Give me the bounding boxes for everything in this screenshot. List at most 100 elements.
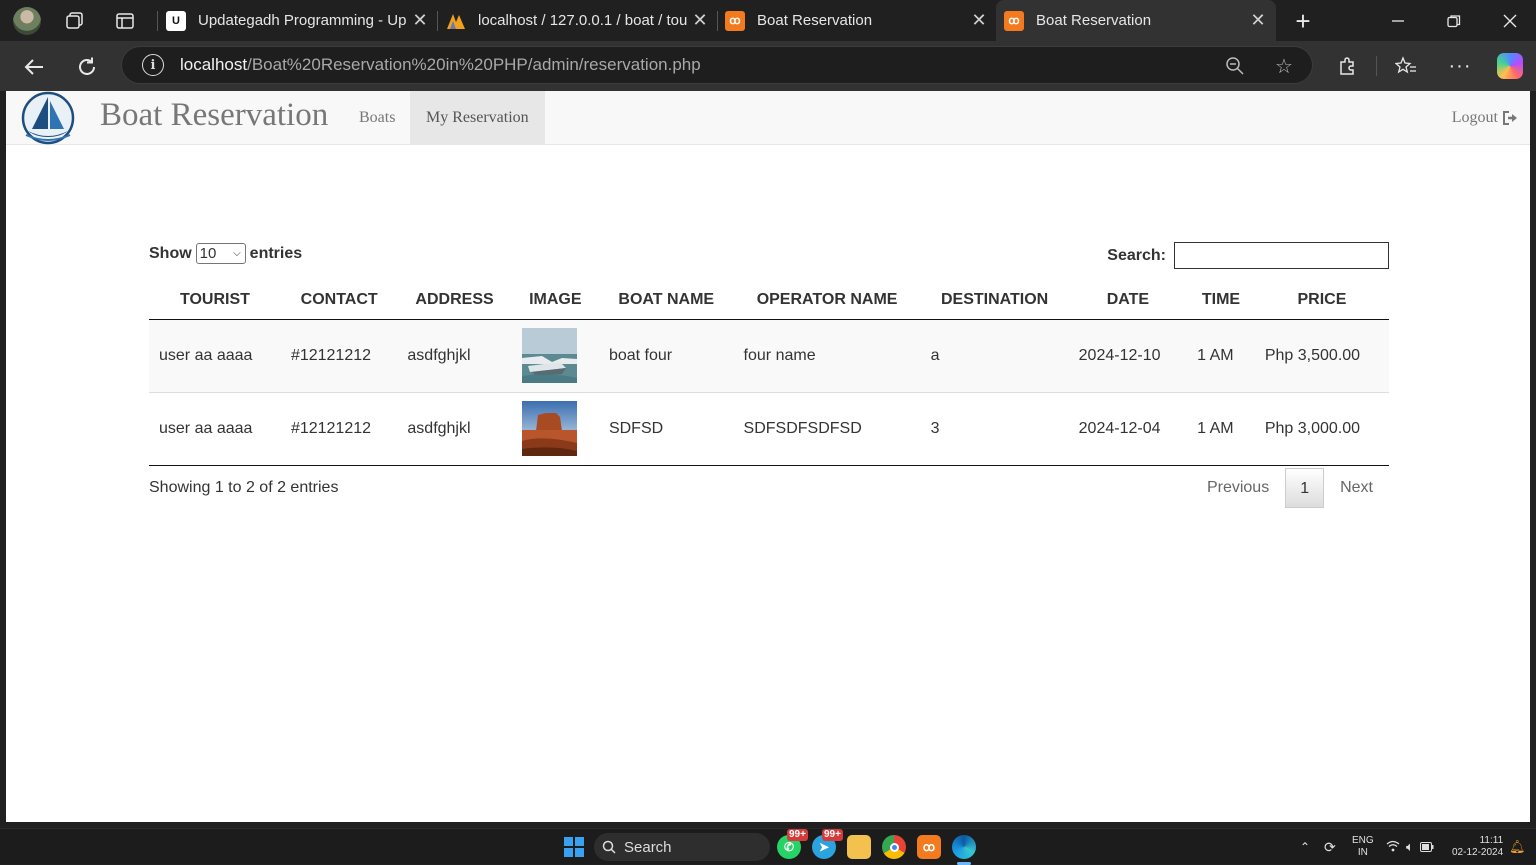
workspaces-icon[interactable]: [60, 6, 90, 36]
whatsapp-icon[interactable]: ✆ 99+: [777, 829, 808, 859]
search-icon: [602, 840, 616, 854]
pagination-previous[interactable]: Previous: [1191, 468, 1285, 508]
chevron-down-icon: ⌵: [233, 248, 241, 259]
sync-icon[interactable]: ⟳: [1324, 829, 1336, 865]
notification-bell-icon[interactable]: 🔔︎: [1509, 829, 1526, 865]
site-navbar: Boat Reservation Boats My Reservation Lo…: [6, 91, 1530, 145]
column-header-operator-name[interactable]: OPERATOR NAME: [733, 281, 921, 320]
zoom-out-icon[interactable]: [1222, 53, 1248, 79]
brand-title[interactable]: Boat Reservation: [100, 97, 328, 134]
column-header-image[interactable]: IMAGE: [511, 281, 599, 320]
tab-title: localhost / 127.0.0.1 / boat / tou: [478, 12, 688, 29]
favorite-star-icon[interactable]: ☆: [1271, 53, 1297, 79]
cell-date: 2024-12-04: [1068, 391, 1188, 466]
logout-label: Logout: [1451, 109, 1498, 126]
cell-boat-name: SDFSD: [598, 391, 734, 466]
site-info-icon[interactable]: i: [142, 54, 164, 76]
tab-boat-reservation-active[interactable]: ꝏ Boat Reservation ✕: [996, 0, 1276, 41]
column-header-address[interactable]: ADDRESS: [397, 281, 512, 320]
cell-tourist: user aa aaaa: [149, 391, 281, 466]
system-tray[interactable]: 🔈︎: [1386, 829, 1434, 865]
tab-close-icon[interactable]: ✕: [967, 10, 991, 31]
cell-tourist: user aa aaaa: [149, 319, 281, 392]
whatsapp-badge: 99+: [787, 829, 808, 841]
language-indicator[interactable]: ENG IN: [1352, 829, 1374, 865]
table-header-row: TOURIST CONTACT ADDRESS IMAGE BOAT NAME …: [149, 281, 1389, 320]
boat-logo-icon[interactable]: [20, 91, 76, 145]
boat-thumbnail-image: [521, 328, 577, 383]
column-header-tourist[interactable]: TOURIST: [149, 281, 281, 320]
table-info: Showing 1 to 2 of 2 entries: [149, 479, 339, 496]
tab-phpmyadmin[interactable]: localhost / 127.0.0.1 / boat / tou ✕: [446, 0, 712, 41]
column-header-destination[interactable]: DESTINATION: [920, 281, 1069, 320]
show-label: Show: [149, 244, 192, 262]
back-icon[interactable]: [18, 51, 50, 83]
pagination: Previous 1 Next: [1191, 468, 1389, 508]
cell-contact: #12121212: [280, 391, 398, 466]
tab-close-icon[interactable]: ✕: [1246, 10, 1270, 31]
nav-link-boats[interactable]: Boats: [343, 91, 411, 145]
chrome-icon[interactable]: [882, 835, 906, 859]
table-row: user aa aaaa #12121212 asdfghjkl boat fo…: [149, 319, 1389, 392]
page-viewport: Boat Reservation Boats My Reservation Lo…: [6, 91, 1530, 822]
xampp-favicon-icon: ꝏ: [1004, 10, 1024, 31]
cell-time: 1 AM: [1187, 319, 1255, 392]
taskbar-search-label: Search: [624, 838, 672, 856]
url-text: localhost/Boat%20Reservation%20in%20PHP/…: [180, 55, 701, 74]
entries-label: entries: [249, 244, 303, 262]
cell-price: Php 3,000.00: [1254, 391, 1389, 466]
column-header-time[interactable]: TIME: [1187, 281, 1255, 320]
taskbar-search[interactable]: Search: [594, 833, 770, 861]
file-explorer-icon[interactable]: [847, 835, 871, 859]
browser-tab-bar: U Updategadh Programming - Up ✕ localhos…: [0, 0, 1536, 41]
more-menu-icon[interactable]: ···: [1444, 50, 1476, 82]
profile-avatar[interactable]: [12, 6, 42, 36]
favorites-icon[interactable]: [1390, 50, 1422, 82]
pagination-page-1[interactable]: 1: [1285, 468, 1325, 508]
tab-boat-reservation-1[interactable]: ꝏ Boat Reservation ✕: [725, 0, 991, 41]
search-control: Search:: [1107, 242, 1389, 269]
show-hidden-icons[interactable]: ⌃: [1300, 829, 1310, 865]
refresh-icon[interactable]: [71, 51, 103, 83]
copilot-icon[interactable]: [1494, 50, 1526, 82]
cell-address: asdfghjkl: [397, 391, 512, 466]
start-icon[interactable]: [564, 837, 584, 857]
cell-contact: #12121212: [280, 319, 398, 392]
xampp-icon[interactable]: ꝏ: [917, 835, 941, 859]
column-header-contact[interactable]: CONTACT: [280, 281, 398, 320]
column-header-date[interactable]: DATE: [1068, 281, 1188, 320]
close-window-icon[interactable]: [1482, 0, 1536, 41]
vertical-tabs-icon[interactable]: [110, 6, 140, 36]
windows-taskbar: Search ✆ 99+ ➤ 99+ ꝏ ⌃ ⟳ ENG IN 🔈︎ 11:11 02-…: [0, 828, 1536, 865]
new-tab-icon[interactable]: +: [1288, 6, 1318, 36]
cell-boat-name: boat four: [598, 319, 734, 392]
address-bar-row: i localhost/Boat%20Reservation%20in%20PH…: [0, 41, 1536, 91]
column-header-boat-name[interactable]: BOAT NAME: [598, 281, 734, 320]
extensions-icon[interactable]: [1331, 50, 1363, 82]
tab-updategadh[interactable]: U Updategadh Programming - Up ✕: [166, 0, 432, 41]
datatable-controls: Show 10 ⌵ entries Search:: [149, 241, 1389, 271]
logout-icon: [1503, 111, 1517, 125]
reservations-table: TOURIST CONTACT ADDRESS IMAGE BOAT NAME …: [149, 281, 1389, 466]
edge-icon[interactable]: [952, 835, 976, 859]
clock[interactable]: 11:11 02-12-2024: [1452, 829, 1503, 865]
tab-title: Boat Reservation: [757, 12, 873, 29]
tab-close-icon[interactable]: ✕: [688, 10, 712, 31]
url-field[interactable]: i localhost/Boat%20Reservation%20in%20PH…: [121, 46, 1313, 84]
nav-link-my-reservation[interactable]: My Reservation: [410, 91, 545, 145]
page-length-select[interactable]: 10 ⌵: [195, 243, 246, 264]
pagination-next[interactable]: Next: [1324, 468, 1389, 508]
cell-destination: a: [920, 319, 1069, 392]
tab-title: Updategadh Programming - Up: [198, 12, 407, 29]
tab-close-icon[interactable]: ✕: [408, 10, 432, 31]
minimize-icon[interactable]: [1370, 0, 1426, 41]
desert-thumbnail-image: [521, 401, 577, 456]
column-header-price[interactable]: PRICE: [1254, 281, 1389, 320]
logout-link[interactable]: Logout: [1452, 91, 1518, 145]
cell-image: [511, 319, 599, 392]
telegram-icon[interactable]: ➤ 99+: [812, 829, 843, 859]
restore-icon[interactable]: [1426, 0, 1482, 41]
xampp-favicon-icon: ꝏ: [725, 10, 745, 31]
cell-operator-name: four name: [733, 319, 921, 392]
search-input[interactable]: [1174, 242, 1389, 269]
